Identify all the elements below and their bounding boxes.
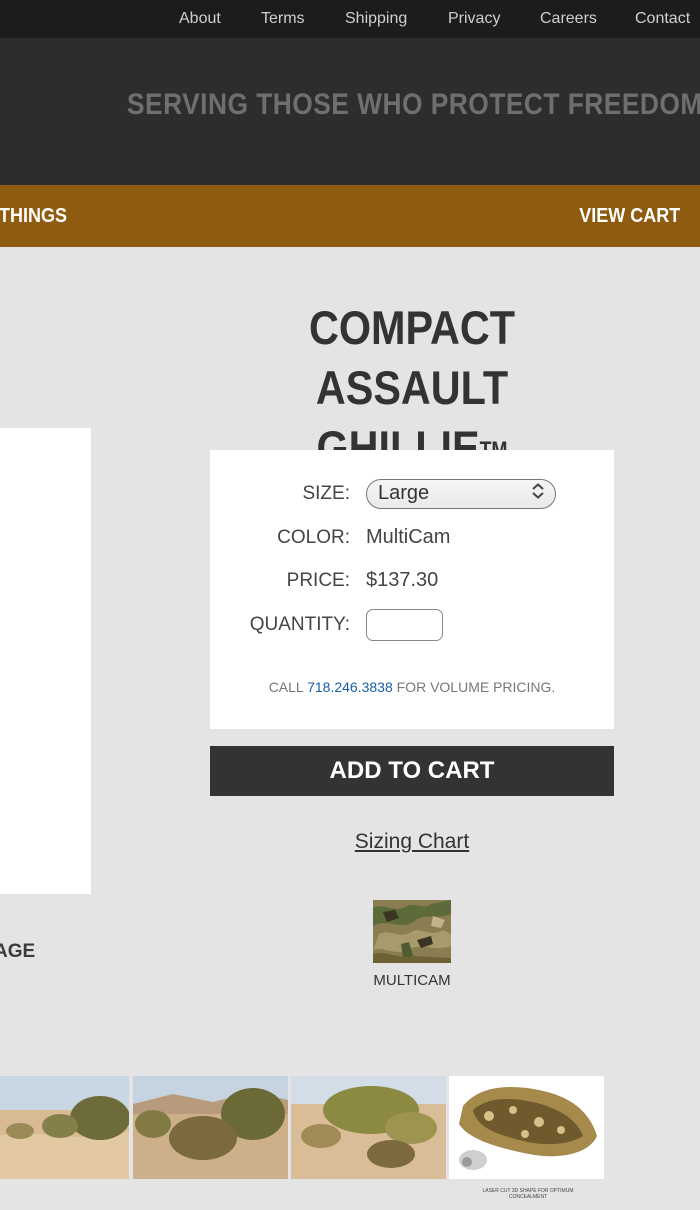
swatch-label: MULTICAM bbox=[373, 972, 451, 989]
thumbnail-caption: LASER CUT 3D SHAPE FOR OPTIMUM CONCEALME… bbox=[482, 1188, 574, 1200]
category-link[interactable]: - THINGS bbox=[0, 205, 67, 228]
call-prefix: CALL bbox=[268, 679, 304, 695]
header-banner: SERVING THOSE WHO PROTECT FREEDOM bbox=[0, 38, 700, 185]
top-nav: About Terms Shipping Privacy Careers Con… bbox=[0, 0, 700, 39]
nav-link-contact[interactable]: Contact bbox=[635, 10, 690, 28]
phone-link[interactable]: 718.246.3838 bbox=[307, 679, 393, 695]
gallery-partial-label: AGE bbox=[0, 941, 36, 962]
price-label: PRICE: bbox=[286, 570, 350, 591]
gallery-thumbnail-2[interactable] bbox=[133, 1076, 288, 1179]
quantity-input[interactable] bbox=[366, 609, 443, 641]
nav-link-privacy[interactable]: Privacy bbox=[448, 10, 500, 28]
size-select[interactable]: Large bbox=[366, 479, 556, 509]
size-select-value: Large bbox=[378, 482, 430, 504]
sizing-chart-link[interactable]: Sizing Chart bbox=[210, 830, 614, 854]
product-image-panel[interactable] bbox=[0, 428, 91, 894]
select-chevron-icon bbox=[531, 480, 545, 508]
view-cart-link[interactable]: VIEW CART bbox=[579, 205, 680, 228]
gallery-thumbnail-4[interactable] bbox=[449, 1076, 604, 1179]
product-options-panel: SIZE: Large COLOR: MultiCam PRICE: $137.… bbox=[210, 450, 614, 729]
gallery-thumbnail-1[interactable] bbox=[0, 1076, 129, 1179]
call-suffix: FOR VOLUME PRICING. bbox=[396, 679, 556, 695]
gallery-thumbnail-3[interactable] bbox=[291, 1076, 446, 1179]
multicam-swatch[interactable] bbox=[373, 900, 451, 963]
nav-link-terms[interactable]: Terms bbox=[261, 10, 305, 28]
banner-tagline: SERVING THOSE WHO PROTECT FREEDOM bbox=[127, 88, 700, 121]
category-bar: - THINGS VIEW CART bbox=[0, 185, 700, 247]
add-to-cart-button[interactable]: ADD TO CART bbox=[210, 746, 614, 796]
nav-link-careers[interactable]: Careers bbox=[540, 10, 597, 28]
nav-link-about[interactable]: About bbox=[179, 10, 221, 28]
quantity-label: QUANTITY: bbox=[249, 614, 350, 635]
volume-pricing-note: CALL 718.246.3838 FOR VOLUME PRICING. bbox=[210, 679, 614, 695]
size-label: SIZE: bbox=[302, 483, 350, 504]
color-label: COLOR: bbox=[277, 527, 350, 548]
nav-link-shipping[interactable]: Shipping bbox=[345, 10, 407, 28]
color-value: MultiCam bbox=[366, 526, 451, 548]
price-value: $137.30 bbox=[366, 569, 439, 591]
